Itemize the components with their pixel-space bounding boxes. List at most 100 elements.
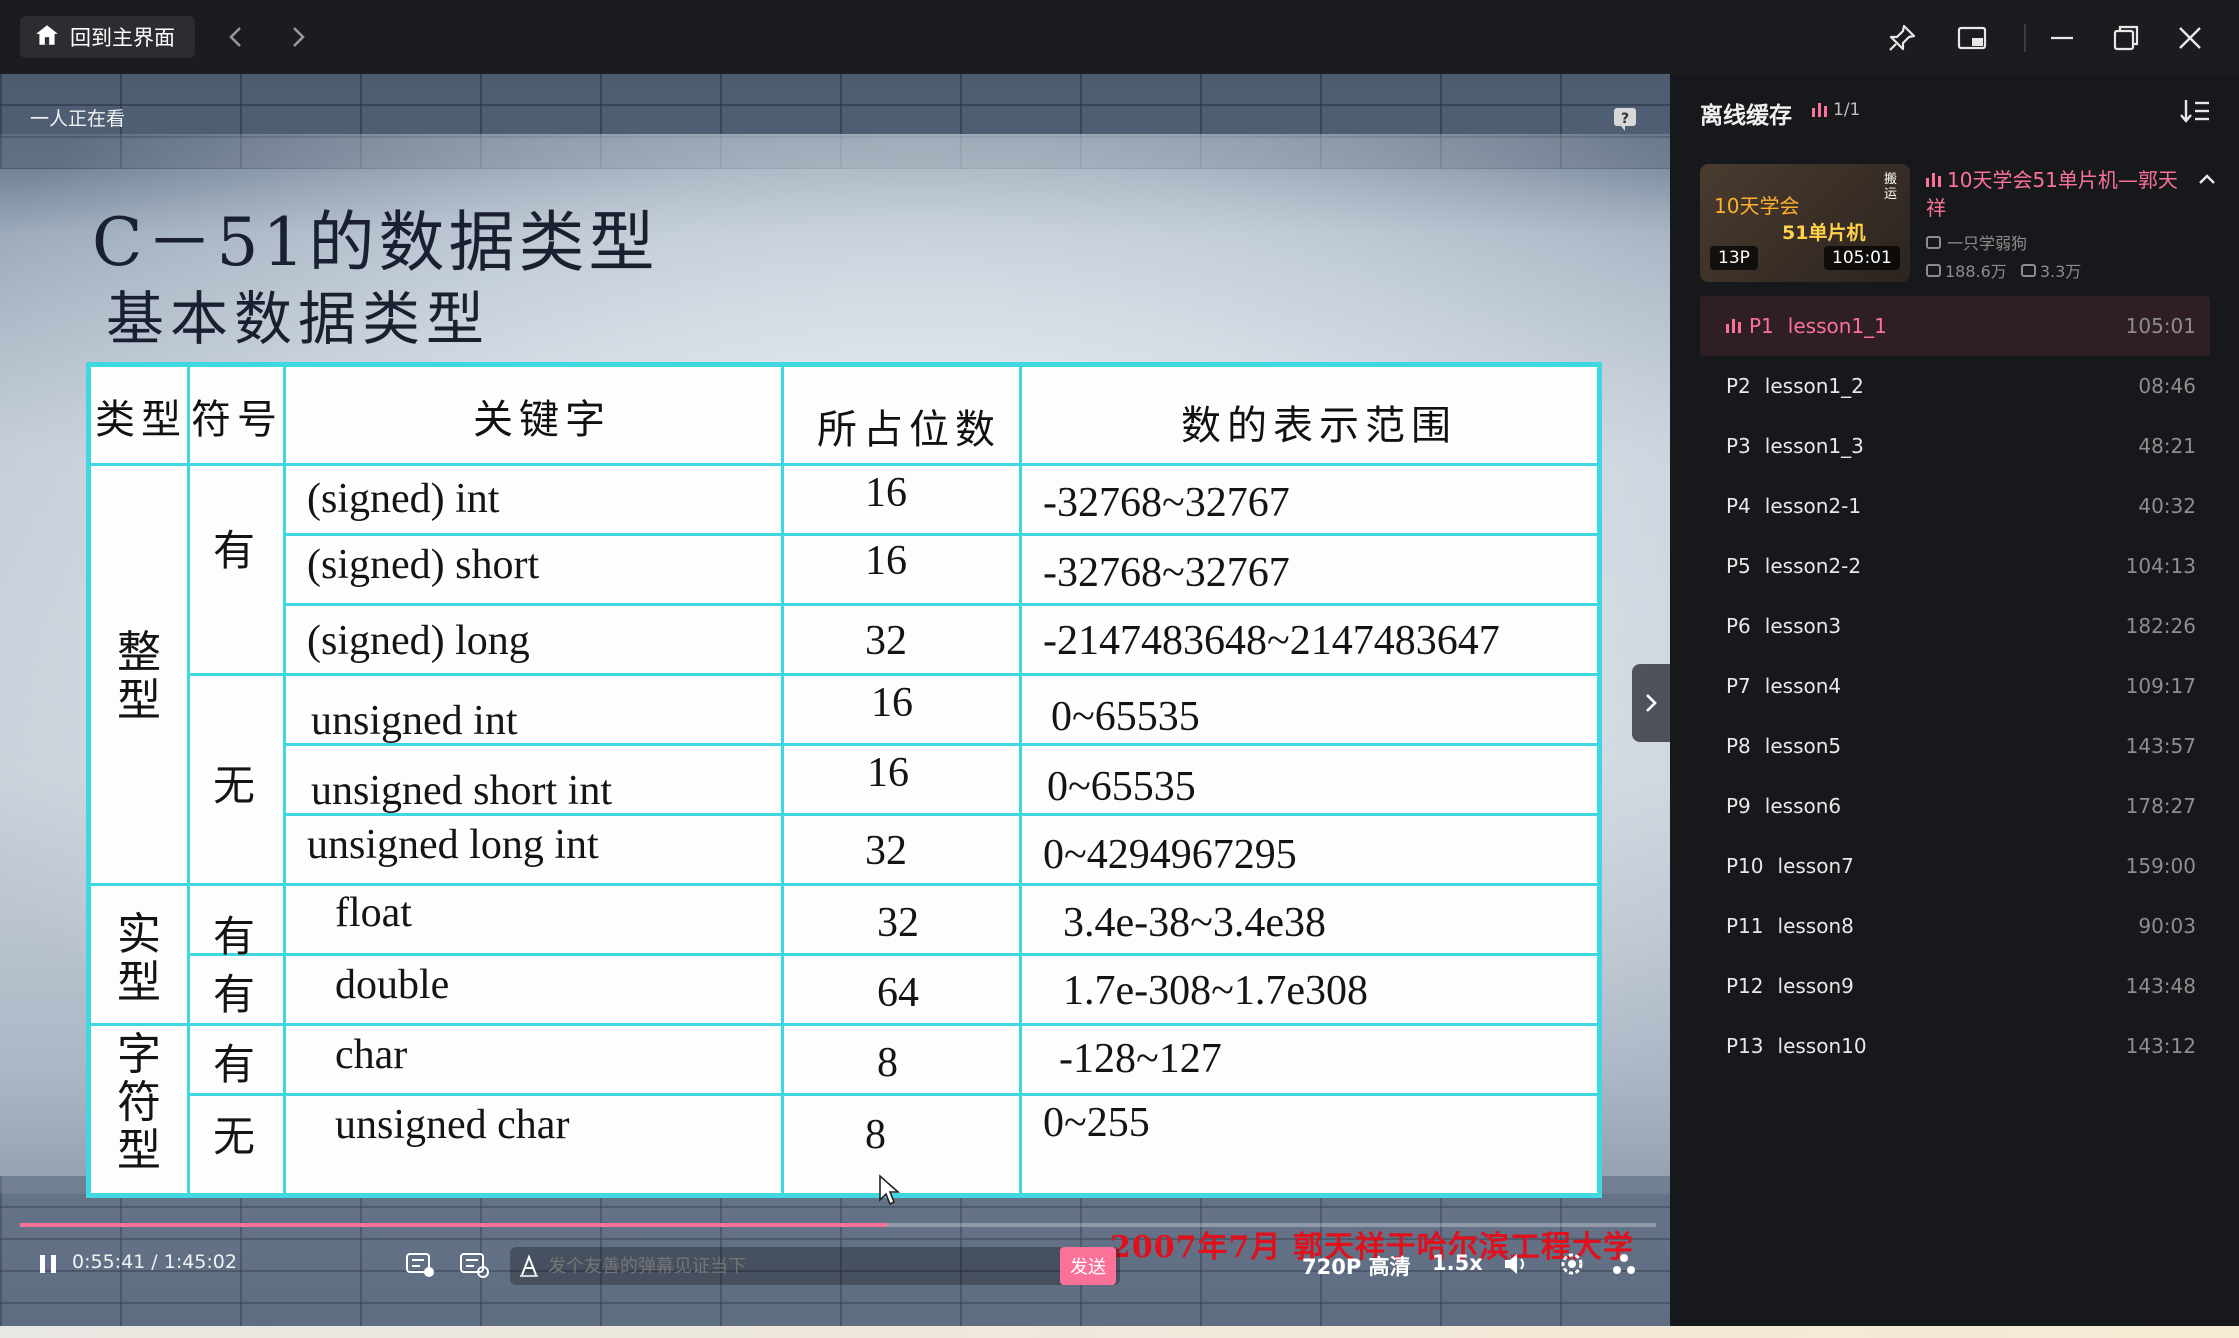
home-button[interactable]: 回到主界面	[20, 16, 195, 58]
offline-cache-panel: 离线缓存 1/1 10天学会 51单片机 搬运 13P 105:01 10天学会…	[1670, 74, 2239, 1326]
episode-number: P12	[1726, 974, 1764, 998]
range-cell: -128~127	[1059, 1036, 1222, 1082]
series-author[interactable]: 一只学弱狗	[1926, 230, 2027, 254]
pin-icon[interactable]	[1882, 18, 1922, 58]
restore-icon[interactable]	[2106, 18, 2146, 58]
episode-duration: 104:13	[2125, 554, 2196, 578]
keyword-cell: (signed) short	[307, 542, 540, 588]
episode-number: P7	[1726, 674, 1751, 698]
mouse-cursor-icon	[878, 1174, 902, 1208]
episode-duration: 40:32	[2138, 494, 2196, 518]
episode-item[interactable]: P5 lesson2-2 104:13	[1700, 536, 2210, 596]
pause-icon[interactable]	[32, 1239, 64, 1289]
episode-number: P4	[1726, 494, 1751, 518]
back-arrow-icon[interactable]	[220, 20, 252, 54]
progress-bar[interactable]	[20, 1223, 1656, 1227]
episode-name: lesson1_3	[1764, 434, 1864, 458]
video-player[interactable]: 一人正在看 ? C－51的数据类型 基本数据类型 类型 符号 关键字 所占位数 …	[0, 74, 1670, 1326]
thumb-text: 51单片机	[1782, 222, 1866, 244]
send-button[interactable]: 发送	[1060, 1247, 1116, 1285]
panel-count: 1/1	[1812, 100, 1860, 120]
text-style-icon[interactable]	[510, 1247, 548, 1285]
sign-cell: 无	[213, 1112, 256, 1161]
quality-button[interactable]: 720P 高清	[1302, 1251, 1411, 1281]
episode-duration: 143:57	[2125, 734, 2196, 758]
series-thumbnail[interactable]: 10天学会 51单片机 搬运 13P 105:01	[1700, 164, 1910, 282]
episode-number: P3	[1726, 434, 1751, 458]
panel-count-text: 1/1	[1833, 100, 1861, 120]
keyword-cell: unsigned short int	[311, 768, 612, 814]
episode-name: lesson7	[1777, 854, 1854, 878]
player-controls: 0:55:41 / 1:45:02 发送 720P 高清 1.5x	[0, 1239, 1670, 1299]
viewer-count: 一人正在看	[30, 108, 126, 130]
episode-item[interactable]: P12 lesson9 143:48	[1700, 956, 2210, 1016]
speed-button[interactable]: 1.5x	[1432, 1251, 1483, 1275]
episode-item[interactable]: P10 lesson7 159:00	[1700, 836, 2210, 896]
keyword-cell: unsigned long int	[307, 822, 599, 868]
episode-duration: 90:03	[2138, 914, 2196, 938]
episode-name: lesson5	[1764, 734, 1842, 758]
episode-item[interactable]: P6 lesson3 182:26	[1700, 596, 2210, 656]
episode-number: P5	[1726, 554, 1751, 578]
mini-window-icon[interactable]	[1952, 18, 1992, 58]
danmaku-settings-icon[interactable]	[458, 1239, 490, 1289]
slide-subtitle: 基本数据类型	[106, 285, 491, 353]
episode-item[interactable]: P11 lesson8 90:03	[1700, 896, 2210, 956]
episode-item[interactable]: P9 lesson6 178:27	[1700, 776, 2210, 836]
episode-number: P8	[1726, 734, 1751, 758]
home-icon	[34, 22, 60, 53]
episode-name: lesson6	[1764, 794, 1842, 818]
episode-item[interactable]: P4 lesson2-1 40:32	[1700, 476, 2210, 536]
sort-icon[interactable]	[2178, 96, 2212, 126]
episode-number: P2	[1726, 374, 1751, 398]
range-cell: 0~255	[1043, 1100, 1150, 1146]
minimize-icon[interactable]	[2042, 18, 2082, 58]
bits-cell: 16	[871, 680, 913, 726]
settings-gear-icon[interactable]	[1556, 1239, 1588, 1289]
bits-cell: 32	[865, 828, 907, 874]
episode-list: P1 lesson1_1 105:01 P2 lesson1_2 08:46 P3 lesso…	[1700, 296, 2210, 1076]
episode-item[interactable]: P7 lesson4 109:17	[1700, 656, 2210, 716]
titlebar-divider	[2024, 24, 2026, 52]
close-icon[interactable]	[2170, 18, 2210, 58]
danmaku-input-box	[510, 1247, 1120, 1285]
svg-text:?: ?	[1621, 111, 1629, 127]
volume-icon[interactable]	[1500, 1239, 1532, 1289]
keyword-cell: unsigned char	[335, 1102, 570, 1148]
episode-number: P13	[1726, 1034, 1764, 1058]
episode-number: P11	[1726, 914, 1764, 938]
bits-cell: 16	[867, 750, 909, 796]
bits-cell: 32	[877, 900, 919, 946]
episode-number: P1	[1749, 314, 1774, 338]
collapse-chevron-icon[interactable]	[2194, 166, 2220, 192]
series-title[interactable]: 10天学会51单片机—郭天祥	[1926, 166, 2186, 222]
header-keyword: 关键字	[473, 397, 611, 443]
danmaku-toggle-icon[interactable]	[404, 1239, 436, 1289]
keyword-cell: (signed) int	[307, 476, 500, 522]
episode-name: lesson4	[1764, 674, 1842, 698]
fullscreen-icon[interactable]	[1608, 1239, 1640, 1289]
episode-item[interactable]: P8 lesson5 143:57	[1700, 716, 2210, 776]
episode-item[interactable]: P13 lesson10 143:12	[1700, 1016, 2210, 1076]
forward-arrow-icon[interactable]	[282, 20, 314, 54]
episode-number: P9	[1726, 794, 1751, 818]
time-display: 0:55:41 / 1:45:02	[72, 1251, 237, 1273]
danmaku-count-icon	[2020, 263, 2036, 277]
header-sign: 符号	[191, 397, 283, 443]
sign-cell: 有	[213, 1040, 256, 1089]
episode-item[interactable]: P2 lesson1_2 08:46	[1700, 356, 2210, 416]
episode-item[interactable]: P3 lesson1_3 48:21	[1700, 416, 2210, 476]
title-bar: 回到主界面	[0, 0, 2239, 74]
danmaku-input[interactable]	[548, 1255, 1008, 1277]
episode-duration: 143:12	[2125, 1034, 2196, 1058]
keyword-cell: float	[335, 890, 412, 936]
header-range: 数的表示范围	[1181, 403, 1457, 449]
feedback-icon[interactable]: ?	[1612, 106, 1638, 132]
episode-duration: 109:17	[2125, 674, 2196, 698]
episode-item[interactable]: P1 lesson1_1 105:01	[1700, 296, 2210, 356]
range-cell: 0~65535	[1047, 764, 1196, 810]
episode-name: lesson1_1	[1787, 314, 1887, 338]
episode-duration: 48:21	[2138, 434, 2196, 458]
keyword-cell: (signed) long	[307, 618, 530, 664]
expand-panel-button[interactable]	[1632, 664, 1670, 742]
